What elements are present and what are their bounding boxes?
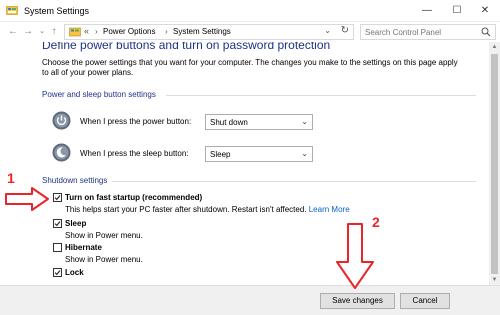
sleep-button-action-select[interactable]: Sleep ⌄ xyxy=(205,146,313,162)
navigation-bar: ← → ⌄ ↑ « › Power Options › System Setti… xyxy=(0,22,500,42)
vertical-scrollbar[interactable]: ▲ ▼ xyxy=(489,42,500,285)
window-title: System Settings xyxy=(24,6,90,16)
minimize-icon: — xyxy=(422,5,432,16)
power-button-label: When I press the power button: xyxy=(80,117,192,126)
lock-checkbox[interactable] xyxy=(53,268,62,277)
maximize-icon: ☐ xyxy=(452,5,462,16)
chevron-right-icon: › xyxy=(95,27,98,36)
scroll-down-icon[interactable]: ▼ xyxy=(489,275,500,285)
fast-startup-checkbox[interactable] xyxy=(53,193,62,202)
hibernate-option-description: Show in Power menu. xyxy=(65,255,143,264)
cancel-button[interactable]: Cancel xyxy=(400,293,450,309)
section-divider xyxy=(112,181,476,182)
checkbox-check-icon xyxy=(54,270,61,276)
footer-bar: Save changes Cancel xyxy=(0,285,500,315)
hibernate-option-label[interactable]: Hibernate xyxy=(65,243,102,252)
fast-startup-description-text: This helps start your PC faster after sh… xyxy=(65,205,307,214)
search-input[interactable] xyxy=(365,26,475,38)
learn-more-link[interactable]: Learn More xyxy=(309,205,350,214)
annotation-arrow-right-icon xyxy=(5,187,49,211)
chevron-right-icon: › xyxy=(165,27,168,36)
recent-dropdown-icon: ⌄ xyxy=(39,28,45,35)
annotation-arrow-down-icon xyxy=(336,223,374,289)
chevron-down-icon: ⌄ xyxy=(301,149,308,158)
sleep-button-label: When I press the sleep button: xyxy=(80,149,189,158)
power-button-icon xyxy=(52,111,71,130)
forward-button[interactable]: → xyxy=(21,25,35,39)
search-icon xyxy=(481,27,491,37)
settings-content: Define power buttons and turn on passwor… xyxy=(0,42,489,285)
sleep-option-label[interactable]: Sleep xyxy=(65,219,86,228)
sleep-button-selected-value: Sleep xyxy=(210,150,231,159)
back-button[interactable]: ← xyxy=(6,25,20,39)
breadcrumb-power-options[interactable]: Power Options xyxy=(103,27,155,36)
title-bar: System Settings — ☐ ✕ xyxy=(0,0,500,22)
address-overflow[interactable]: « xyxy=(84,26,89,36)
lock-option-label[interactable]: Lock xyxy=(65,268,84,277)
close-icon: ✕ xyxy=(480,5,490,16)
control-panel-icon xyxy=(6,6,18,15)
back-arrow-icon: ← xyxy=(8,26,18,37)
forward-arrow-icon: → xyxy=(23,26,33,37)
fast-startup-description: This helps start your PC faster after sh… xyxy=(65,205,350,214)
address-dropdown-icon[interactable]: ⌄ xyxy=(324,26,331,35)
section-title-power-sleep: Power and sleep button settings xyxy=(42,90,156,99)
fast-startup-label[interactable]: Turn on fast startup (recommended) xyxy=(65,193,202,202)
control-panel-icon xyxy=(69,27,81,37)
address-bar[interactable]: « › Power Options › System Settings ⌄ ↻ xyxy=(64,24,354,40)
section-divider xyxy=(166,95,476,96)
search-box[interactable] xyxy=(360,24,496,40)
refresh-icon[interactable]: ↻ xyxy=(341,25,349,36)
breadcrumb-system-settings[interactable]: System Settings xyxy=(173,27,231,36)
save-changes-button[interactable]: Save changes xyxy=(320,293,395,309)
annotation-number-one: 1 xyxy=(7,170,15,186)
section-title-shutdown: Shutdown settings xyxy=(42,176,108,185)
sleep-moon-icon xyxy=(52,143,71,162)
checkbox-check-icon xyxy=(54,195,61,201)
close-button[interactable]: ✕ xyxy=(470,0,500,22)
chevron-down-icon: ⌄ xyxy=(301,117,308,126)
scrollbar-thumb[interactable] xyxy=(491,54,498,274)
power-button-selected-value: Shut down xyxy=(210,118,248,127)
page-heading: Define power buttons and turn on passwor… xyxy=(42,42,331,52)
minimize-button[interactable]: — xyxy=(412,0,442,22)
page-description: Choose the power settings that you want … xyxy=(42,58,458,77)
scroll-up-icon[interactable]: ▲ xyxy=(489,42,500,52)
up-arrow-icon: ↑ xyxy=(51,26,57,37)
up-button[interactable]: ↑ xyxy=(47,25,61,39)
sleep-option-description: Show in Power menu. xyxy=(65,231,143,240)
power-button-action-select[interactable]: Shut down ⌄ xyxy=(205,114,313,130)
hibernate-checkbox[interactable] xyxy=(53,243,62,252)
sleep-checkbox[interactable] xyxy=(53,219,62,228)
checkbox-check-icon xyxy=(54,221,61,227)
maximize-button[interactable]: ☐ xyxy=(442,0,472,22)
